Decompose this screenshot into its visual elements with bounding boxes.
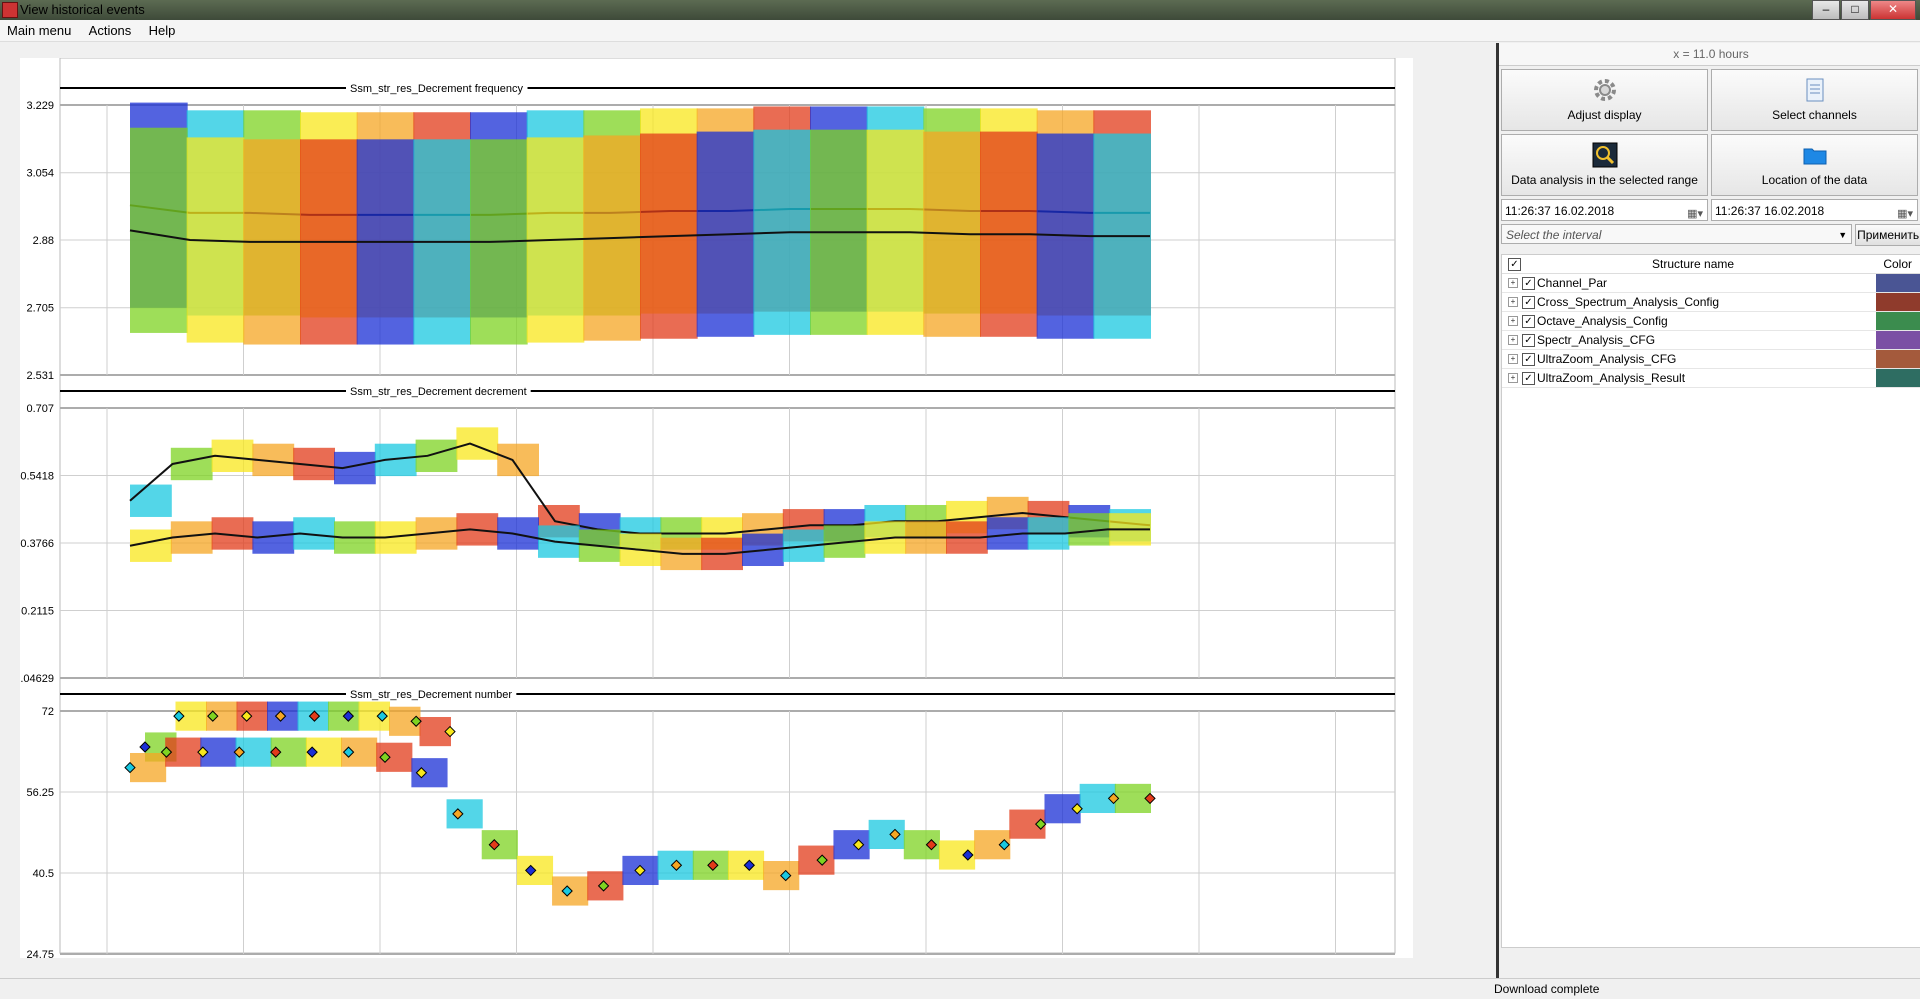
- header-color: Color: [1883, 257, 1912, 271]
- value-band: [798, 845, 835, 875]
- location-label: Location of the data: [1761, 173, 1868, 187]
- expand-icon[interactable]: +: [1508, 373, 1518, 383]
- y-tick-label: 72: [42, 706, 54, 718]
- color-swatch[interactable]: [1876, 274, 1920, 292]
- panel-title: Ssm_str_res_Decrement frequency: [350, 83, 524, 95]
- value-band: [497, 443, 539, 477]
- color-swatch[interactable]: [1876, 331, 1920, 349]
- tree-item[interactable]: + ✓ Spectr_Analysis_CFG: [1502, 331, 1920, 350]
- gear-icon: [1593, 79, 1616, 101]
- location-button[interactable]: Location of the data: [1711, 134, 1918, 196]
- right-panel: x = 11.0 hours Adjust display Select cha…: [1496, 43, 1920, 978]
- item-checkbox[interactable]: ✓: [1522, 315, 1535, 328]
- data-analysis-button[interactable]: Data analysis in the selected range: [1501, 134, 1708, 196]
- expand-icon[interactable]: +: [1508, 297, 1518, 307]
- expand-icon[interactable]: +: [1508, 316, 1518, 326]
- date-to-field[interactable]: 11:26:37 16.02.2018 ▦▾: [1711, 199, 1918, 221]
- tree-item-name: Octave_Analysis_Config: [1537, 314, 1668, 328]
- status-text: Download complete: [1494, 982, 1600, 996]
- expand-icon[interactable]: +: [1508, 354, 1518, 364]
- tree-item-name: Channel_Par: [1537, 276, 1608, 290]
- app-icon: [2, 2, 18, 18]
- value-band: [456, 427, 499, 460]
- y-tick-label: 3.229: [26, 100, 54, 112]
- select-all-checkbox[interactable]: ✓: [1508, 258, 1521, 271]
- select-channels-label: Select channels: [1772, 108, 1857, 122]
- tree-item-name: UltraZoom_Analysis_CFG: [1537, 352, 1677, 366]
- item-checkbox[interactable]: ✓: [1522, 277, 1535, 290]
- date-to-value: 11:26:37 16.02.2018: [1715, 204, 1825, 218]
- window-controls: – □ ✕: [1811, 0, 1916, 20]
- chevron-down-icon: ▼: [1838, 230, 1848, 240]
- calendar-icon[interactable]: ▦▾: [1897, 203, 1913, 225]
- status-bar: Download complete: [0, 978, 1920, 999]
- plots-svg[interactable]: Ssm_str_res_Decrement frequency 3.229 3.05…: [14, 57, 1413, 971]
- plot-area[interactable]: Ssm_str_res_Decrement frequency 3.229 3.05…: [14, 57, 1413, 971]
- tree-item[interactable]: + ✓ Channel_Par: [1502, 274, 1920, 293]
- y-tick-label: 24.75: [26, 949, 54, 958]
- value-band: [446, 799, 483, 829]
- tree-header: ✓ Structure name Color: [1502, 255, 1920, 274]
- folder-icon: [1803, 148, 1826, 165]
- structure-tree: ✓ Structure name Color + ✓ Channel_Par + ✓ Cr…: [1501, 254, 1920, 948]
- y-tick-label: 40.5: [33, 868, 54, 880]
- select-channels-button[interactable]: Select channels: [1711, 69, 1918, 131]
- expand-icon[interactable]: +: [1508, 278, 1518, 288]
- value-band: [130, 484, 172, 517]
- analysis-icon: [1592, 142, 1617, 168]
- item-checkbox[interactable]: ✓: [1522, 334, 1535, 347]
- adjust-display-button[interactable]: Adjust display: [1501, 69, 1708, 131]
- date-from-field[interactable]: 11:26:37 16.02.2018 ▦▾: [1501, 199, 1708, 221]
- maximize-icon[interactable]: □: [1841, 0, 1869, 20]
- panel-title: Ssm_str_res_Decrement decrement: [350, 386, 527, 398]
- item-checkbox[interactable]: ✓: [1522, 296, 1535, 309]
- expand-icon[interactable]: +: [1508, 335, 1518, 345]
- tree-item[interactable]: + ✓ UltraZoom_Analysis_Result: [1502, 369, 1920, 388]
- tree-item-name: UltraZoom_Analysis_Result: [1537, 371, 1686, 385]
- value-band: [130, 529, 172, 562]
- tree-item[interactable]: + ✓ Octave_Analysis_Config: [1502, 312, 1920, 331]
- menu-main[interactable]: Main menu: [0, 20, 78, 41]
- window-title: View historical events: [20, 2, 145, 17]
- y-tick-label: 0.2115: [21, 605, 54, 617]
- y-tick-label: 2.705: [26, 303, 54, 315]
- color-swatch[interactable]: [1876, 293, 1920, 311]
- close-icon[interactable]: ✕: [1870, 0, 1916, 20]
- x-info: x = 11.0 hours: [1499, 43, 1920, 66]
- header-structure-name: Structure name: [1652, 257, 1735, 271]
- date-from-value: 11:26:37 16.02.2018: [1505, 204, 1615, 218]
- y-tick-label: 56.25: [26, 787, 54, 799]
- title-bar: View historical events – □ ✕: [0, 0, 1920, 20]
- y-tick-label: 0.3766: [20, 538, 54, 550]
- color-swatch[interactable]: [1876, 350, 1920, 368]
- apply-button[interactable]: Применить: [1855, 224, 1920, 246]
- interval-select[interactable]: Select the interval ▼: [1501, 224, 1853, 244]
- interval-placeholder: Select the interval: [1506, 228, 1602, 242]
- tree-item[interactable]: + ✓ UltraZoom_Analysis_CFG: [1502, 350, 1920, 369]
- document-icon: [1806, 78, 1823, 102]
- y-tick-label: 2.88: [33, 235, 54, 247]
- item-checkbox[interactable]: ✓: [1522, 353, 1535, 366]
- value-band: [130, 127, 188, 333]
- menu-help[interactable]: Help: [142, 20, 183, 41]
- tree-item-name: Cross_Spectrum_Analysis_Config: [1537, 295, 1720, 309]
- menu-bar: Main menu Actions Help: [0, 20, 1920, 42]
- menu-actions[interactable]: Actions: [82, 20, 139, 41]
- color-swatch[interactable]: [1876, 369, 1920, 387]
- color-swatch[interactable]: [1876, 312, 1920, 330]
- calendar-icon[interactable]: ▦▾: [1687, 203, 1703, 225]
- tree-item-name: Spectr_Analysis_CFG: [1537, 333, 1656, 347]
- y-tick-label: 3.054: [26, 168, 54, 180]
- minimize-icon[interactable]: –: [1812, 0, 1840, 20]
- y-tick-label: 0.04629: [20, 673, 54, 685]
- item-checkbox[interactable]: ✓: [1522, 372, 1535, 385]
- adjust-display-label: Adjust display: [1567, 108, 1642, 122]
- tree-item[interactable]: + ✓ Cross_Spectrum_Analysis_Config: [1502, 293, 1920, 312]
- y-tick-label: 0.707: [26, 403, 54, 415]
- panel-title: Ssm_str_res_Decrement number: [350, 689, 512, 701]
- data-analysis-label: Data analysis in the selected range: [1511, 173, 1698, 187]
- y-tick-label: 2.531: [26, 370, 54, 382]
- y-tick-label: 0.5418: [20, 471, 54, 483]
